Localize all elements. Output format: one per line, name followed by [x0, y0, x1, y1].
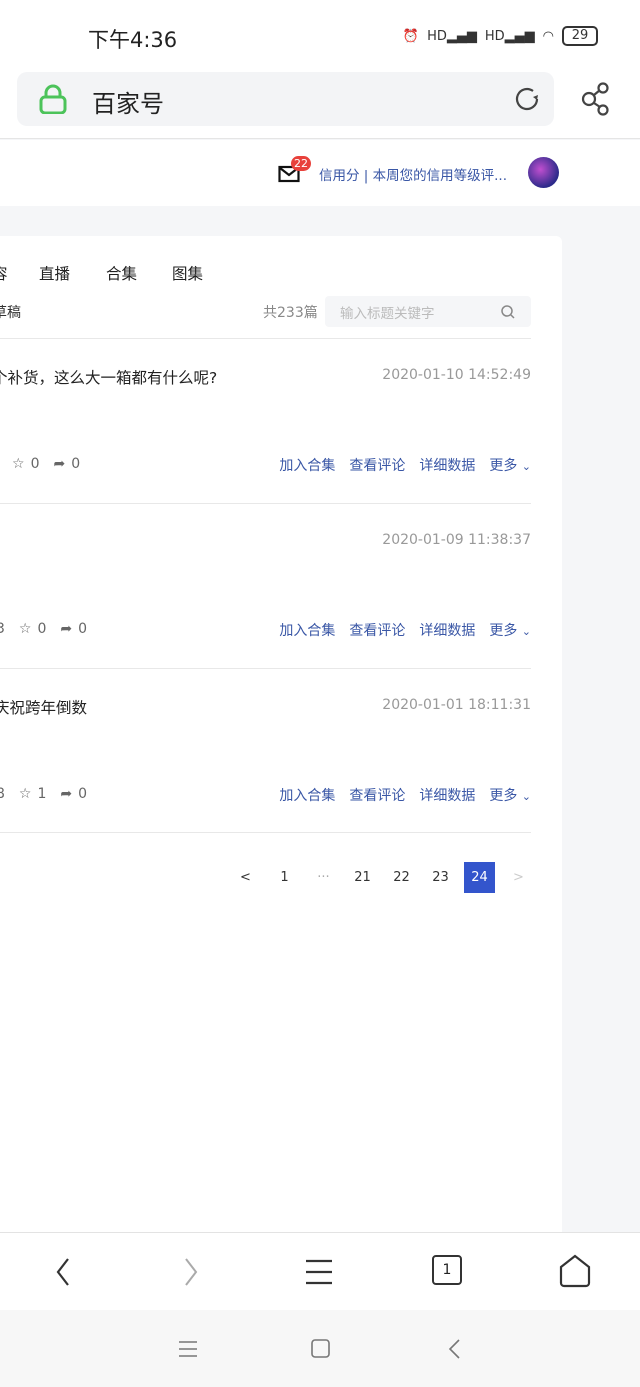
article-count: 共233篇 [263, 305, 318, 321]
tab-collection[interactable]: 合集 [106, 262, 137, 284]
article-date: 2020-01-10 14:52:49 [382, 367, 531, 383]
home-system-icon[interactable] [311, 1339, 330, 1358]
add-collection-link[interactable]: 加入合集 [279, 455, 335, 475]
refresh-icon[interactable] [512, 84, 542, 114]
signal-hd-icon: HD▂▄▆ [484, 28, 535, 44]
page-23[interactable]: 23 [421, 862, 460, 893]
share-count: 0 [78, 621, 88, 637]
star-count: 1 [37, 786, 47, 802]
view-comments-link[interactable]: 查看评论 [349, 785, 405, 805]
chevron-down-icon: ⌄ [521, 460, 531, 473]
more-dropdown[interactable]: 更多 ⌄ [489, 455, 531, 475]
forward-icon[interactable] [182, 1257, 200, 1287]
back-system-icon[interactable] [447, 1338, 461, 1360]
tab-live[interactable]: 直播 [39, 262, 70, 284]
details-link[interactable]: 详细数据 [419, 455, 475, 475]
mail-badge: 22 [291, 156, 311, 171]
avatar[interactable] [528, 157, 559, 188]
page-ellipsis[interactable]: ··· [304, 862, 343, 893]
pagination: < 1 ··· 21 22 23 24 > [226, 862, 538, 893]
add-collection-link[interactable]: 加入合集 [279, 785, 335, 805]
signal-hd-icon: HD▂▄▆ [427, 28, 477, 44]
more-label: 更多 [489, 458, 518, 474]
article-date: 2020-01-09 11:38:37 [382, 532, 531, 548]
more-label: 更多 [489, 788, 518, 804]
view-comments-link[interactable]: 查看评论 [349, 455, 405, 475]
credit-notice-link[interactable]: 信用分 | 本周您的信用等级评... [319, 164, 507, 184]
next-page-button[interactable]: > [499, 862, 538, 893]
article-actions: 加入合集 查看评论 详细数据 更多 ⌄ [279, 455, 531, 475]
article-actions: 加入合集 查看评论 详细数据 更多 ⌄ [279, 785, 531, 805]
tab-content[interactable]: 容 [0, 262, 8, 284]
address-bar[interactable]: 百家号 [17, 72, 554, 126]
view-count: 3 [0, 621, 5, 637]
filter-draft[interactable]: 草稿 [0, 302, 21, 322]
share-count-icon: ➦ [53, 456, 66, 472]
back-icon[interactable] [54, 1257, 72, 1287]
divider [0, 338, 531, 339]
status-icons: ⏰ HD▂▄▆ HD▂▄▆ ◠ 29 [403, 26, 598, 46]
article-row[interactable]: 个补货，这么大一箱都有什么呢? 2020-01-10 14:52:49 ☆ 0 ➦… [0, 366, 531, 486]
browser-bottom-nav: 1 [0, 1232, 640, 1310]
prev-page-button[interactable]: < [226, 862, 265, 893]
search-icon[interactable] [501, 305, 515, 319]
chevron-down-icon: ⌄ [521, 790, 531, 803]
star-count: 0 [30, 456, 40, 472]
star-icon: ☆ [18, 786, 32, 802]
battery-icon: 29 [562, 26, 598, 46]
home-icon[interactable] [558, 1253, 592, 1289]
more-label: 更多 [489, 623, 518, 639]
article-row[interactable]: 2020-01-09 11:38:37 3 ☆ 0 ➦ 0 加入合集 查看评论 详细… [0, 531, 531, 651]
article-stats: 3 ☆ 0 ➦ 0 [0, 621, 87, 637]
view-count: 8 [0, 786, 5, 802]
system-nav-bar [0, 1310, 640, 1387]
tab-gallery[interactable]: 图集 [172, 262, 203, 284]
article-row[interactable]: 庆祝跨年倒数 2020-01-01 18:11:31 8 ☆ 1 ➦ 0 加入合集 … [0, 696, 531, 816]
chevron-down-icon: ⌄ [521, 625, 531, 638]
star-icon: ☆ [12, 456, 25, 472]
add-collection-link[interactable]: 加入合集 [279, 620, 335, 640]
article-stats: 8 ☆ 1 ➦ 0 [0, 786, 87, 802]
more-dropdown[interactable]: 更多 ⌄ [489, 785, 531, 805]
article-title[interactable]: 个补货，这么大一箱都有什么呢? [0, 366, 217, 388]
share-count: 0 [78, 786, 88, 802]
article-stats: ☆ 0 ➦ 0 [0, 456, 80, 472]
star-icon: ☆ [18, 621, 32, 637]
menu-icon[interactable] [305, 1257, 333, 1287]
article-date: 2020-01-01 18:11:31 [382, 697, 531, 713]
browser-address-row: 百家号 [0, 72, 640, 139]
page-21[interactable]: 21 [343, 862, 382, 893]
alarm-icon: ⏰ [402, 28, 420, 44]
details-link[interactable]: 详细数据 [419, 620, 475, 640]
details-link[interactable]: 详细数据 [419, 785, 475, 805]
divider [0, 503, 531, 504]
more-dropdown[interactable]: 更多 ⌄ [489, 620, 531, 640]
share-count: 0 [71, 456, 81, 472]
star-count: 0 [37, 621, 47, 637]
search-input[interactable]: 输入标题关键字 [325, 296, 531, 327]
page-22[interactable]: 22 [382, 862, 421, 893]
status-time: 下午4:36 [88, 28, 178, 52]
wifi-icon: ◠ [542, 28, 554, 44]
divider [0, 832, 531, 833]
page-title: 百家号 [92, 90, 164, 118]
share-icon[interactable] [580, 82, 612, 116]
status-bar: 下午4:36 ⏰ HD▂▄▆ HD▂▄▆ ◠ 29 [0, 0, 640, 72]
tabs-button[interactable]: 1 [432, 1255, 462, 1285]
divider [0, 668, 531, 669]
lock-icon [39, 84, 67, 114]
page-24-current[interactable]: 24 [464, 862, 495, 893]
view-comments-link[interactable]: 查看评论 [349, 620, 405, 640]
article-actions: 加入合集 查看评论 详细数据 更多 ⌄ [279, 620, 531, 640]
recents-icon[interactable] [178, 1340, 198, 1358]
search-placeholder: 输入标题关键字 [340, 306, 435, 322]
share-count-icon: ➦ [60, 786, 73, 802]
share-count-icon: ➦ [60, 621, 73, 637]
page-1[interactable]: 1 [265, 862, 304, 893]
article-title[interactable]: 庆祝跨年倒数 [0, 696, 87, 718]
